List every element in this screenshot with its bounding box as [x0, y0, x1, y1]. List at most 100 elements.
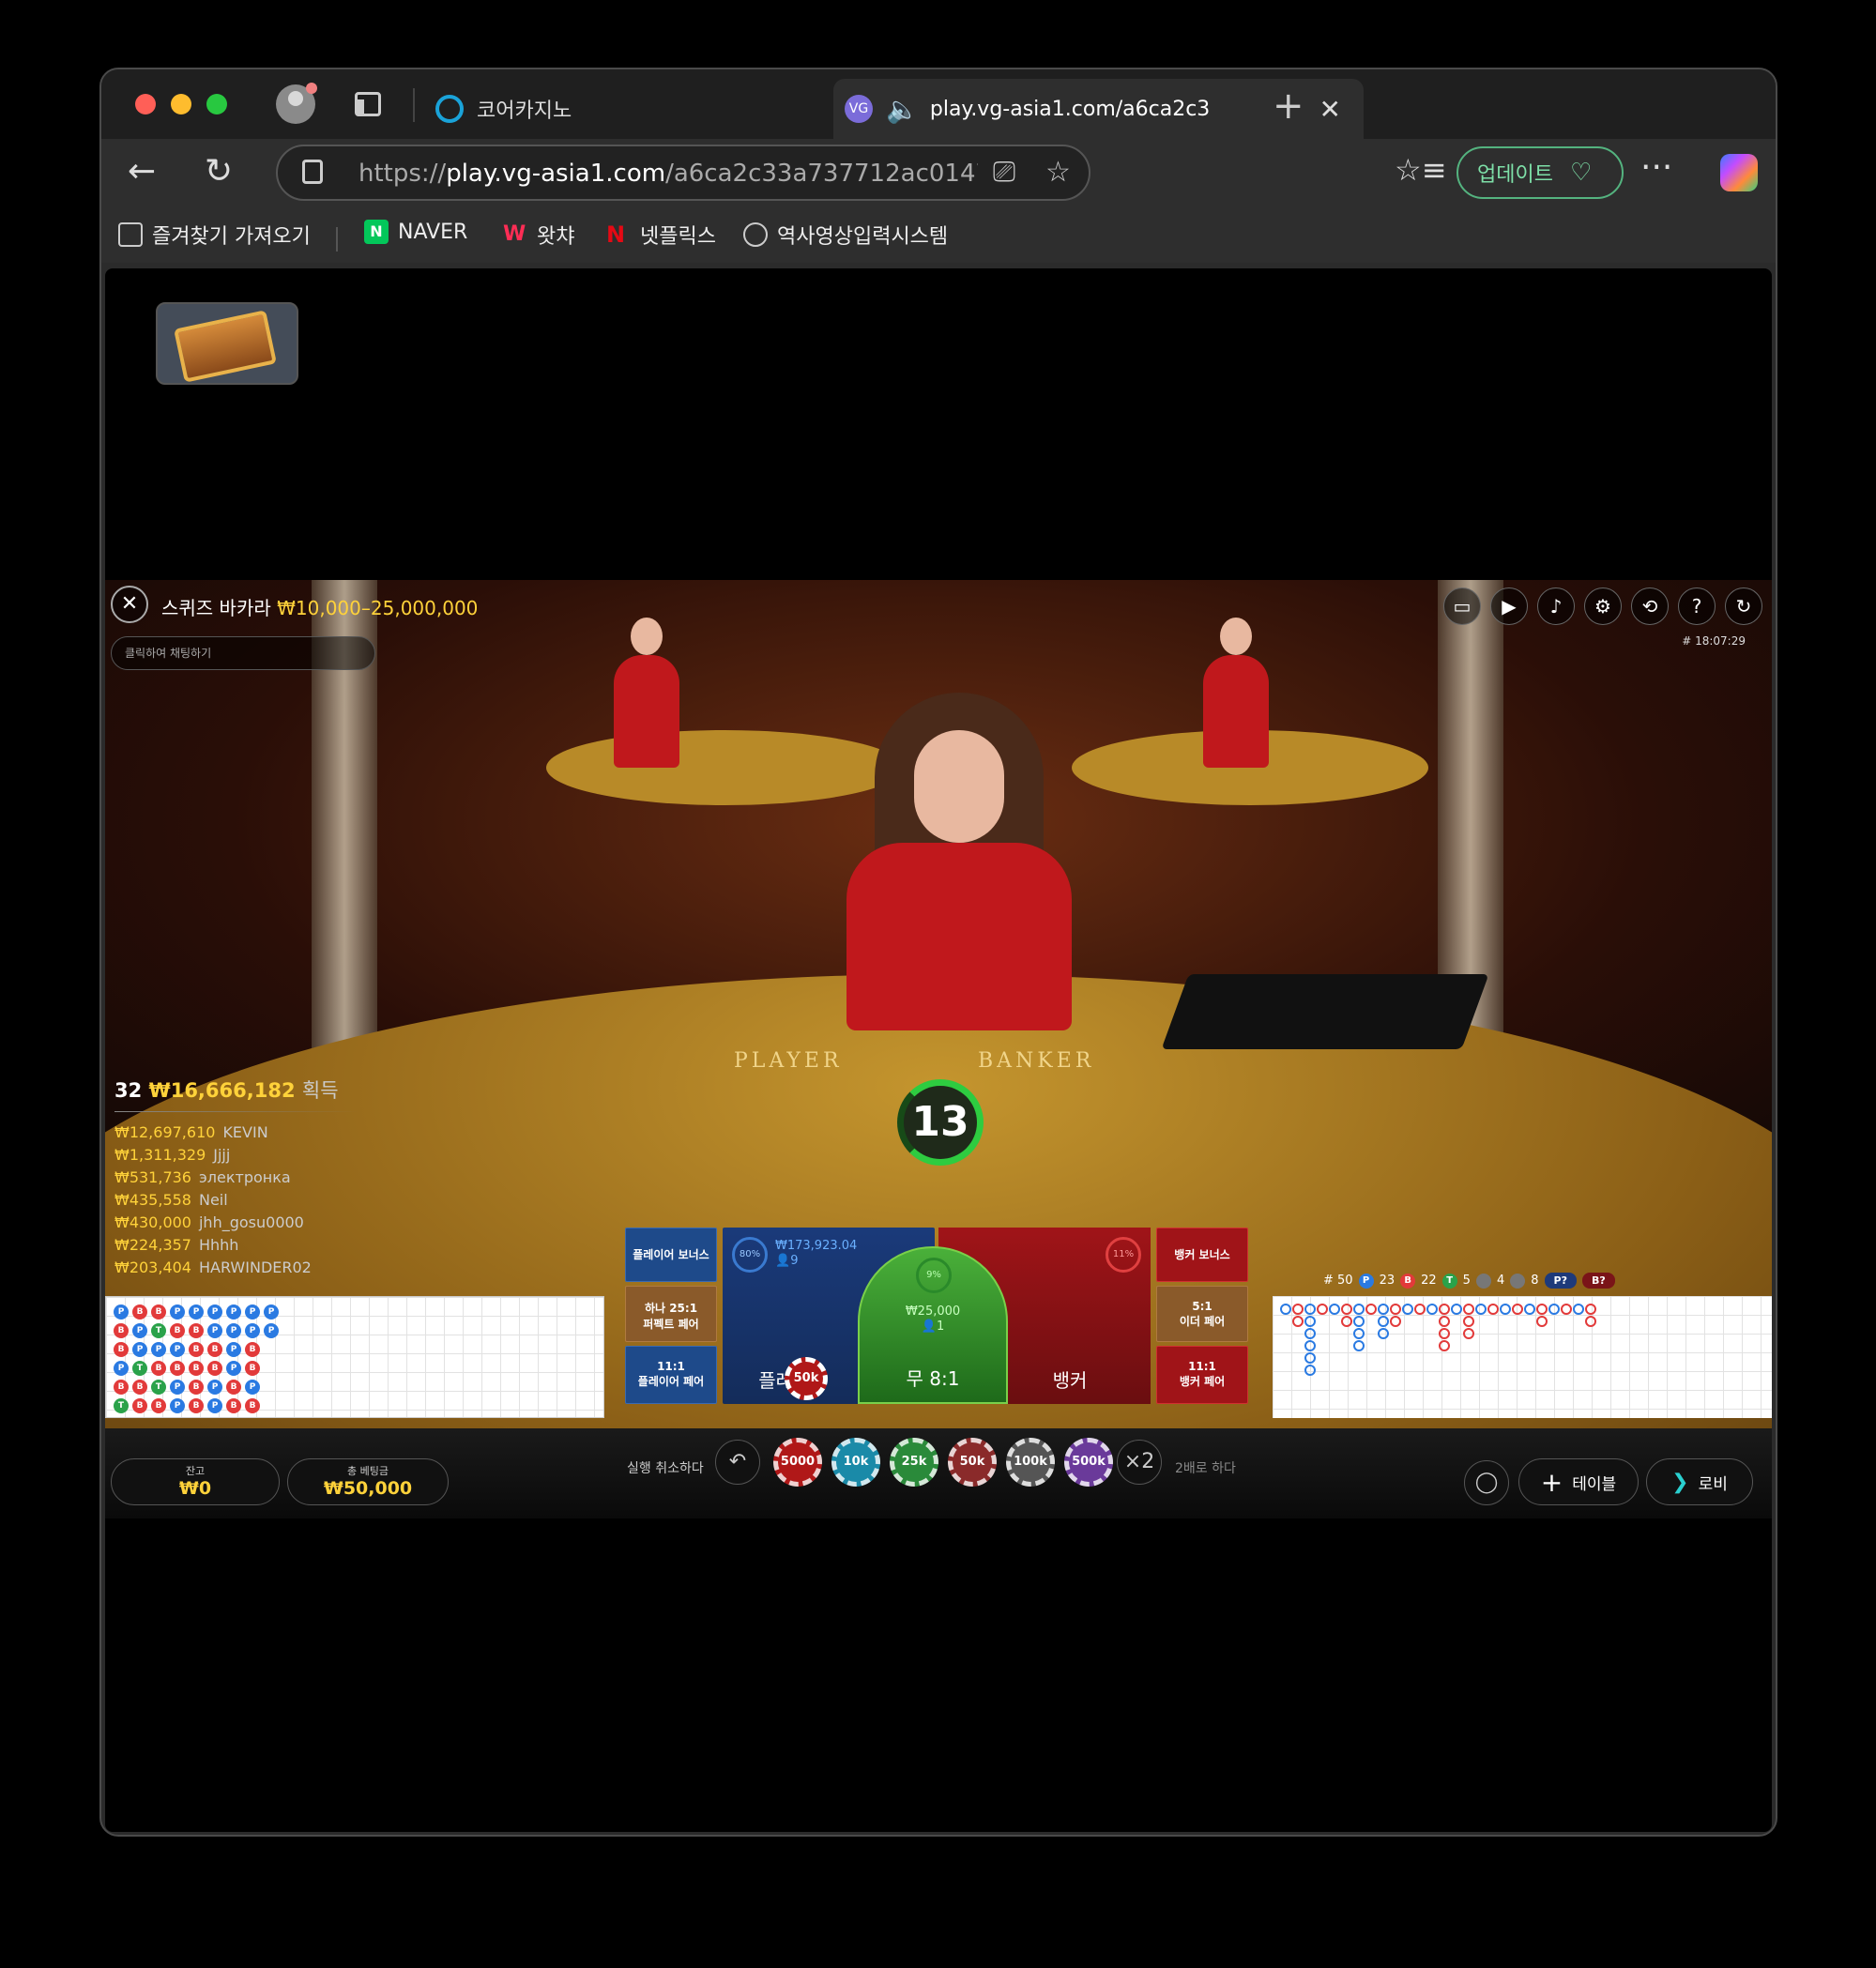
bet-label: 이더 페어 [1179, 1315, 1226, 1328]
chat-bubble-icon[interactable]: ◯ [1464, 1460, 1509, 1505]
winner-amount: ₩430,000 [114, 1213, 191, 1231]
bead-banker: B [114, 1342, 129, 1357]
chip-25k[interactable]: 25k [890, 1438, 938, 1487]
star-icon[interactable]: ☆ [1045, 156, 1071, 189]
winner-row: ₩1,311,329 Jjjj [114, 1144, 358, 1167]
heartbeat-icon: ♡ [1569, 159, 1593, 187]
bead-banker: B [207, 1361, 222, 1376]
balance-value: ₩0 [178, 1478, 212, 1499]
tab-actions-icon[interactable] [355, 92, 381, 116]
winners-label: 획득 [301, 1079, 339, 1102]
bead-player: P [207, 1380, 222, 1395]
chip-50k[interactable]: 50k [948, 1438, 997, 1487]
banker-bonus-bet[interactable]: 뱅커 보너스 [1156, 1228, 1248, 1282]
add-table-button[interactable]: + 테이블 [1518, 1458, 1639, 1505]
refresh-icon[interactable]: ↻ [1725, 587, 1762, 625]
profile-avatar[interactable] [276, 83, 317, 124]
tie-stat-icon: T [1441, 1273, 1457, 1289]
winner-name: jhh_gosu0000 [198, 1213, 304, 1231]
bookmark-history-video[interactable]: 역사영상입력시스템 [743, 220, 948, 250]
copilot-icon[interactable] [1720, 154, 1758, 191]
bead-banker: B [189, 1323, 204, 1338]
new-tab-icon[interactable]: + [1273, 84, 1304, 128]
winner-name: Jjjj [213, 1146, 231, 1164]
winners-summary: 32 ₩16,666,182 획득 [114, 1076, 358, 1104]
bead-player: P [132, 1342, 147, 1357]
video-icon[interactable]: ▶ [1490, 587, 1528, 625]
big-road-mark [1512, 1304, 1523, 1315]
treasure-chest-button[interactable] [156, 302, 298, 385]
lobby-button[interactable]: ❯ 로비 [1646, 1458, 1753, 1505]
total-bet-value: ₩50,000 [323, 1478, 413, 1499]
player-pair-bet[interactable]: 11:1 플레이어 페어 [625, 1346, 717, 1404]
close-game-button[interactable]: ✕ [111, 586, 148, 623]
close-window-button[interactable] [135, 94, 156, 114]
bet-odds: 5:1 [1192, 1300, 1213, 1313]
more-menu-icon[interactable]: ··· [1640, 148, 1672, 187]
bookmark-watcha[interactable]: W 왓챠 [503, 220, 574, 250]
big-road-mark [1390, 1316, 1401, 1327]
winner-rows: ₩12,697,610 KEVIN ₩1,311,329 Jjjj ₩531,736 эл… [114, 1121, 358, 1279]
history-icon[interactable]: ⟲ [1631, 587, 1669, 625]
player-wins: 23 [1379, 1274, 1396, 1288]
undo-button[interactable]: ↶ [715, 1440, 760, 1485]
reload-icon[interactable]: ↻ [205, 152, 233, 191]
update-button[interactable]: 업데이트 ♡ [1457, 146, 1624, 199]
globe-icon [743, 222, 768, 247]
bead-player: P [226, 1323, 241, 1338]
tie-bet[interactable]: 9% ₩25,000 👤1 무 8:1 [858, 1246, 1008, 1404]
chip-500k[interactable]: 500k [1064, 1438, 1113, 1487]
help-icon[interactable]: ? [1678, 587, 1716, 625]
close-tab-icon[interactable]: ✕ [1319, 94, 1341, 125]
chat-icon[interactable]: ▭ [1443, 587, 1481, 625]
big-road-mark [1304, 1316, 1316, 1327]
banker-pair-stat-icon [1510, 1273, 1526, 1289]
url-text[interactable]: https://play.vg-asia1.com/a6ca2c33a73771… [358, 160, 978, 188]
address-bar[interactable]: https://play.vg-asia1.com/a6ca2c33a73771… [276, 145, 1091, 201]
table-name: 스퀴즈 바카라 [161, 597, 271, 619]
banker-pair-count: 8 [1531, 1274, 1539, 1288]
tab-bar: 코어카지노 ✕ VG 🔈 play.vg-asia1.com/a6ca2c3 ✕… [101, 69, 1776, 139]
big-road-mark [1487, 1304, 1499, 1315]
banker-pair-bet[interactable]: 11:1 뱅커 페어 [1156, 1346, 1248, 1404]
balance-label: 잔고 [185, 1465, 206, 1477]
settings-icon[interactable]: ⚙ [1584, 587, 1622, 625]
vg-favicon-icon: VG [845, 95, 873, 123]
game-controls: 잔고 ₩0 총 베팅금 ₩50,000 실행 취소하다 ↶ 5000 10k 25k 50… [105, 1428, 1772, 1518]
favorites-icon[interactable]: ☆≡ [1395, 152, 1447, 188]
player-predict-button[interactable]: P? [1544, 1273, 1577, 1289]
big-road-mark [1548, 1304, 1560, 1315]
big-road-mark [1463, 1316, 1474, 1327]
bead-player: P [170, 1380, 185, 1395]
speaker-icon[interactable]: 🔈 [886, 94, 919, 125]
big-road-mark [1585, 1316, 1596, 1327]
sound-icon[interactable]: ♪ [1537, 587, 1575, 625]
perfect-pair-bet[interactable]: 하나 25:1 퍼펙트 페어 [625, 1286, 717, 1342]
read-aloud-icon[interactable]: ⎚ [993, 156, 1015, 189]
back-arrow-icon[interactable]: ← [128, 152, 156, 191]
tie-stake: ₩25,000 [905, 1304, 961, 1319]
bookmark-naver[interactable]: N NAVER [364, 220, 467, 244]
bookmark-netflix[interactable]: N 넷플릭스 [606, 220, 716, 250]
double-button[interactable]: ×2 [1117, 1440, 1162, 1485]
banker-predict-button[interactable]: B? [1581, 1273, 1615, 1289]
road-stats: # 50 P 23 B 22 T5 4 8 P? B? [1323, 1273, 1615, 1289]
tie-percentage: 9% [916, 1258, 952, 1293]
background-table [546, 730, 903, 805]
minimize-window-button[interactable] [171, 94, 191, 114]
background-dealer [1203, 618, 1269, 768]
player-bonus-bet[interactable]: 플레이어 보너스 [625, 1228, 717, 1282]
chat-input[interactable]: 클릭하여 채팅하기 [111, 636, 375, 670]
player-pair-stat-icon [1475, 1273, 1491, 1289]
chip-10k[interactable]: 10k [831, 1438, 880, 1487]
big-road-mark [1402, 1304, 1413, 1315]
big-road [1273, 1296, 1772, 1418]
chip-100k[interactable]: 100k [1006, 1438, 1055, 1487]
either-pair-bet[interactable]: 5:1 이더 페어 [1156, 1286, 1248, 1342]
bookmark-import[interactable]: 즐겨찾기 가져오기 [118, 220, 311, 250]
bead-banker: B [170, 1361, 185, 1376]
bet-odds: 하나 25:1 [644, 1302, 698, 1315]
chip-5000[interactable]: 5000 [773, 1438, 822, 1487]
maximize-window-button[interactable] [206, 94, 227, 114]
big-road-mark [1304, 1365, 1316, 1376]
